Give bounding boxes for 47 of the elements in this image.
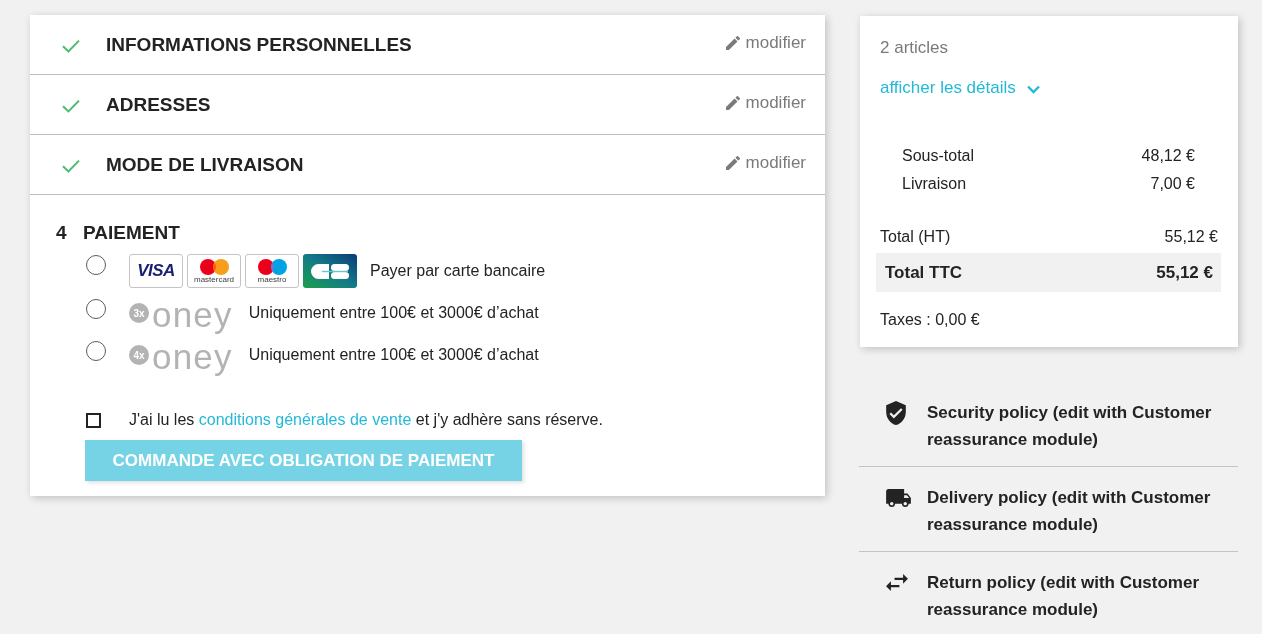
edit-link[interactable]: modifier	[725, 32, 806, 53]
radio-button[interactable]	[86, 299, 106, 319]
overlapping-circles-icon	[257, 258, 287, 275]
edit-link[interactable]: modifier	[725, 92, 806, 113]
truck-icon	[886, 488, 911, 507]
summary-label: Livraison	[902, 174, 967, 194]
pencil-icon	[725, 155, 740, 170]
policy-text: Delivery policy (edit with Customer reassurance module)	[927, 487, 1212, 536]
terms-text: J'ai lu les conditions générales de vente et j'y adhère sans réserve.	[129, 411, 603, 429]
payment-label: Uniquement entre 100€ et 3000€ d’achat	[248, 304, 539, 322]
installment-badge: 3x	[129, 303, 149, 323]
swap-arrows-icon	[886, 574, 908, 591]
policy-text: Return policy (edit with Customer reassurance module)	[927, 572, 1201, 621]
pencil-icon	[725, 35, 740, 50]
payment-label: Payer par carte bancaire	[370, 262, 546, 280]
checkbox[interactable]	[86, 412, 101, 428]
taxes-text: Taxes : 0,00 €	[880, 310, 981, 330]
policy-text: Security policy (edit with Customer reassurance module)	[927, 402, 1213, 451]
logo-caption: mastercard	[194, 274, 234, 284]
shield-check-icon	[886, 400, 906, 425]
brand-wordmark: oney	[152, 337, 233, 377]
pencil-icon	[725, 95, 740, 110]
step-number: 4	[56, 222, 68, 244]
details-link[interactable]: afficher les détails	[880, 76, 1040, 100]
step-title: MODE DE LIVRAISON	[106, 153, 305, 176]
summary-value: 7,00 €	[1150, 174, 1195, 194]
total-value: 55,12 €	[1156, 262, 1213, 283]
step-title: PAIEMENT	[83, 222, 181, 244]
brand-wordmark: oney	[152, 295, 233, 335]
total-label: Total (HT)	[880, 227, 951, 247]
summary-label: Sous-total	[902, 146, 975, 166]
terms-link[interactable]: conditions générales de vente	[198, 411, 412, 428]
total-value: 55,12 €	[1164, 227, 1218, 247]
step-title: ADRESSES	[106, 93, 212, 116]
total-label: Total TTC	[885, 262, 963, 283]
payment-label: Uniquement entre 100€ et 3000€ d’achat	[248, 346, 539, 364]
radio-button[interactable]	[86, 255, 106, 275]
installment-badge: 4x	[129, 345, 149, 365]
items-count: 2 articles	[880, 37, 950, 59]
card-logo: VISA	[129, 254, 183, 288]
overlapping-circles-icon	[199, 258, 229, 275]
summary-value: 48,12 €	[1141, 146, 1195, 166]
radio-button[interactable]	[86, 341, 106, 361]
logo-caption: maestro	[257, 274, 287, 284]
step-title: INFORMATIONS PERSONNELLES	[106, 33, 413, 56]
card-logo-icon	[303, 254, 357, 288]
edit-link[interactable]: modifier	[725, 152, 806, 173]
